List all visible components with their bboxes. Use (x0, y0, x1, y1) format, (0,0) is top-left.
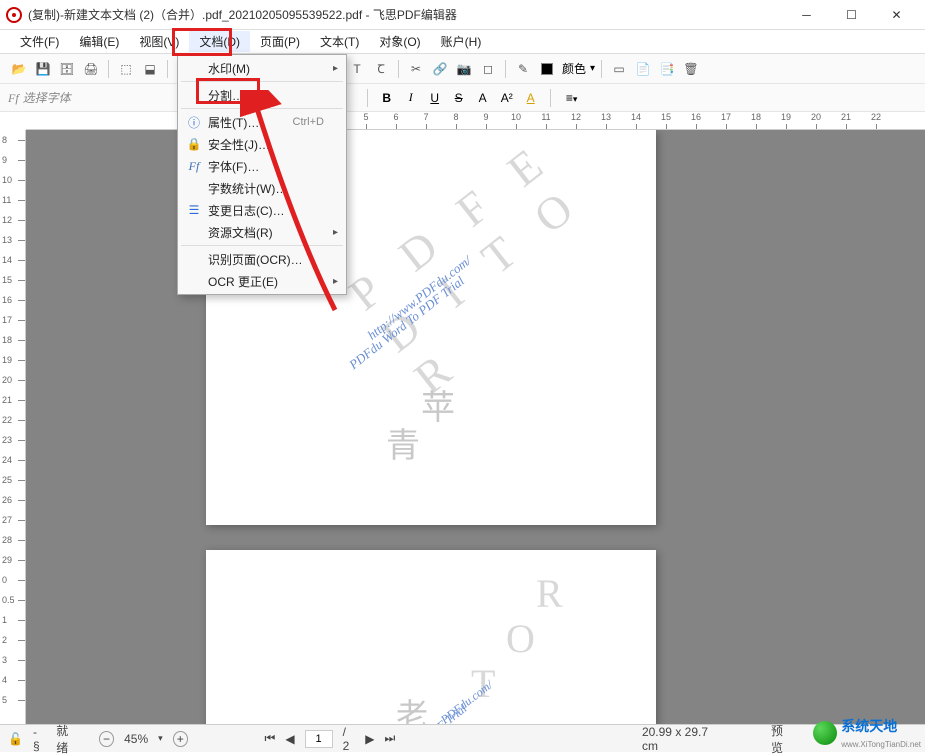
underline-button[interactable]: U (426, 91, 444, 105)
page-size: 20.99 x 29.7 cm (642, 725, 723, 753)
tool-crop-icon[interactable]: ✂ (405, 58, 427, 80)
save-icon[interactable]: 💾 (32, 58, 54, 80)
page1-char1: 苹 (421, 380, 455, 429)
menu-changelog[interactable]: ☰变更日志(C)… (180, 199, 344, 221)
font-bar: Ff选择字体 B I U S A A² A ≡▾ (0, 84, 925, 112)
preview-label[interactable]: 预览 (771, 722, 794, 756)
document-dropdown: 水印(M)▸ 分割… ⓘ属性(T)…Ctrl+D 🔒安全性(J)… Ff字体(F… (177, 54, 347, 295)
zoom-out-button[interactable]: − (99, 731, 114, 747)
window-title: (复制)-新建文本文档 (2)（合并）.pdf_2021020509553952… (28, 6, 784, 23)
status-bullet: - § (33, 725, 46, 753)
lineheight-button[interactable]: ≡▾ (561, 91, 583, 105)
tool-camera-icon[interactable]: 📷 (453, 58, 475, 80)
menu-ocr-recognize[interactable]: 识别页面(OCR)… (180, 248, 344, 270)
pdf-page-2: R O T PDFdu.com/ PDF Trial 老 (206, 550, 656, 724)
tool-insert-icon[interactable]: 📄 (632, 58, 654, 80)
color-swatch[interactable] (536, 58, 558, 80)
menu-object[interactable]: 对象(O) (369, 31, 430, 52)
menu-ocr-correct[interactable]: OCR 更正(E)▸ (180, 270, 344, 292)
status-bar: 🔓 - § 就绪 − 45% ▾ + ⏮ ◀ / 2 ▶ ⏭ 20.99 x 2… (0, 724, 925, 752)
info-icon: ⓘ (184, 114, 204, 131)
strike-button[interactable]: S (450, 91, 468, 105)
minimize-button[interactable]: ─ (784, 1, 829, 29)
watermark-trial: PDFdu Word To PDF Trial (346, 273, 467, 373)
print-icon[interactable]: 🖨 (80, 58, 102, 80)
menu-bar: 文件(F) 编辑(E) 视图(V) 文档(D) 页面(P) 文本(T) 对象(O… (0, 30, 925, 54)
ruler-horizontal: -0.5012345678910111213141516171819202122 (26, 112, 925, 130)
page-current-input[interactable] (305, 730, 333, 748)
tool-link-icon[interactable]: 🔗 (429, 58, 451, 80)
tool-redact-icon[interactable]: ▭ (608, 58, 630, 80)
font-picker[interactable]: Ff选择字体 (8, 89, 71, 106)
menu-wordcount[interactable]: 字数统计(W)… (180, 177, 344, 199)
zoom-in-button[interactable]: + (173, 731, 188, 747)
maximize-button[interactable]: ☐ (829, 1, 874, 29)
menu-resources[interactable]: 资源文档(R)▸ (180, 221, 344, 243)
tool-textbox-icon[interactable]: Ꞇ (370, 58, 392, 80)
page-prev-button[interactable]: ◀ (285, 732, 294, 746)
color-label: 颜色 (562, 60, 586, 77)
site-logo: 系统天地 www.XiTongTianDi.net (813, 716, 921, 750)
fontcolor-button[interactable]: A (522, 91, 540, 105)
tool-delete-icon[interactable]: 🗑 (680, 58, 702, 80)
page-next-button[interactable]: ▶ (365, 732, 374, 746)
page-first-button[interactable]: ⏮ (265, 731, 276, 746)
menu-split[interactable]: 分割… (180, 84, 344, 106)
tool-shape-icon[interactable]: ◻ (477, 58, 499, 80)
page-total: / 2 (343, 725, 356, 753)
menu-security[interactable]: 🔒安全性(J)… (180, 133, 344, 155)
page-width-icon[interactable]: ⬓ (139, 58, 161, 80)
close-button[interactable]: ✕ (874, 1, 919, 29)
watermark-url: http://www.PDFdu.com/ (365, 253, 475, 344)
watermark-trial2: PDF Trial (422, 701, 470, 724)
page-fit-icon[interactable]: ⬚ (115, 58, 137, 80)
superscript-button[interactable]: A² (498, 91, 516, 105)
font-icon: Ff (184, 159, 204, 174)
menu-watermark[interactable]: 水印(M)▸ (180, 57, 344, 79)
menu-properties[interactable]: ⓘ属性(T)…Ctrl+D (180, 111, 344, 133)
lock-icon: 🔒 (184, 137, 204, 151)
watermark-o: O (506, 615, 535, 662)
globe-icon (813, 721, 837, 745)
title-bar: (复制)-新建文本文档 (2)（合并）.pdf_2021020509553952… (0, 0, 925, 30)
bold-button[interactable]: B (378, 91, 396, 105)
watermark-r: R (536, 570, 563, 617)
list-icon: ☰ (184, 203, 204, 217)
menu-fonts[interactable]: Ff字体(F)… (180, 155, 344, 177)
smallcaps-button[interactable]: A (474, 91, 492, 105)
zoom-level[interactable]: 45% (124, 732, 148, 746)
logo-main: 系统天地 (841, 718, 897, 734)
menu-view[interactable]: 视图(V) (129, 31, 189, 52)
menu-file[interactable]: 文件(F) (10, 31, 69, 52)
watermark-url2: PDFdu.com/ (438, 678, 496, 724)
document-canvas[interactable]: P D F E D I T O R http://www.PDFdu.com/ … (26, 130, 925, 724)
lock-status-icon: 🔓 (8, 732, 23, 746)
saveas-icon[interactable]: 🗄 (56, 58, 78, 80)
page1-char2: 青 (386, 418, 420, 467)
menu-document[interactable]: 文档(D) (189, 31, 250, 52)
status-ready: 就绪 (56, 722, 79, 756)
tool-eyedropper-icon[interactable]: ✎ (512, 58, 534, 80)
menu-page[interactable]: 页面(P) (250, 31, 310, 52)
italic-button[interactable]: I (402, 90, 420, 105)
tool-text-icon[interactable]: T (346, 58, 368, 80)
menu-edit[interactable]: 编辑(E) (69, 31, 129, 52)
tool-extract-icon[interactable]: 📑 (656, 58, 678, 80)
open-icon[interactable]: 📂 (8, 58, 30, 80)
watermark-t: T (471, 660, 495, 707)
page-last-button[interactable]: ⏭ (384, 731, 395, 746)
toolbar: 📂 💾 🗄 🖨 ⬚ ⬓ T Ꞇ ✂ 🔗 📷 ◻ ✎ 颜色 ▾ ▭ 📄 📑 🗑 (0, 54, 925, 84)
logo-sub: www.XiTongTianDi.net (841, 740, 921, 749)
work-area: 8910111213141516171819202122232425262728… (0, 130, 925, 724)
window-controls: ─ ☐ ✕ (784, 1, 919, 29)
menu-account[interactable]: 账户(H) (431, 31, 492, 52)
ruler-vertical: 8910111213141516171819202122232425262728… (0, 130, 26, 724)
page2-char1: 老 (396, 690, 428, 724)
watermark-editor: P D F E D I T O R (339, 130, 673, 404)
app-icon (6, 7, 22, 23)
menu-text[interactable]: 文本(T) (310, 31, 369, 52)
